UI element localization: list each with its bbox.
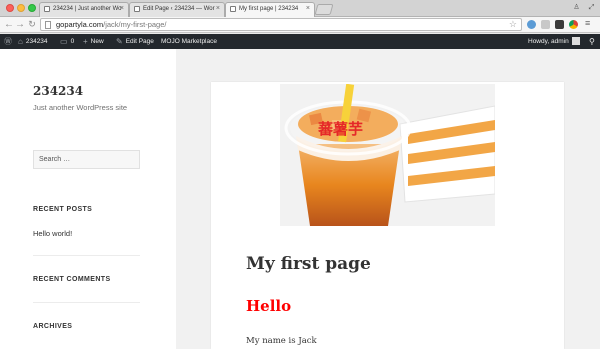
extension-dark-icon[interactable] <box>555 20 564 29</box>
address-url: gopartyla.com/jack/my-first-page/ <box>56 20 166 29</box>
avatar <box>571 37 580 46</box>
extension-chrome-icon[interactable] <box>569 20 578 29</box>
browser-toolbar: ← → ↻ gopartyla.com/jack/my-first-page/ … <box>0 17 600 33</box>
page-favicon-icon <box>134 6 140 12</box>
mojo-marketplace-link[interactable]: MOJO Marketplace <box>161 34 217 49</box>
search-input[interactable]: Search … <box>33 150 140 169</box>
menu-icon[interactable]: ≡ <box>585 19 594 28</box>
wp-admin-bar: Ⓦ ⌂ 234234 ▭ 0 + New ✎ Edit Page MOJO Market… <box>0 34 600 49</box>
home-icon: ⌂ <box>18 37 23 46</box>
edit-page-label: Edit Page <box>125 38 154 46</box>
tab-close-icon[interactable]: × <box>306 5 310 12</box>
comments-count: 0 <box>70 38 75 46</box>
site-name-label: 234234 <box>25 38 48 46</box>
minimize-window-button[interactable] <box>17 4 25 12</box>
site-description: Just another WordPress site <box>33 103 128 112</box>
widget-divider <box>33 255 140 256</box>
extension-globe-icon[interactable] <box>527 20 536 29</box>
new-tab-button[interactable] <box>314 4 334 15</box>
zoom-window-button[interactable] <box>28 4 36 12</box>
wordpress-logo-icon[interactable]: Ⓦ <box>4 34 15 49</box>
widget-divider <box>33 302 140 303</box>
tab-label: Edit Page ‹ 234234 — Wor <box>143 6 215 12</box>
address-bar[interactable]: gopartyla.com/jack/my-first-page/ ☆ <box>40 18 522 31</box>
fullscreen-icon[interactable]: ⤢ <box>587 3 596 12</box>
reload-icon[interactable]: ↻ <box>26 18 38 31</box>
hello-heading: Hello <box>246 297 292 315</box>
archives-heading: ARCHIVES <box>33 323 73 330</box>
tab-label: 234234 | Just another Wo <box>53 6 122 12</box>
pencil-icon: ✎ <box>116 37 123 46</box>
recent-comments-heading: RECENT COMMENTS <box>33 276 111 283</box>
tab-close-icon[interactable]: × <box>216 5 220 12</box>
browser-tab-3-active[interactable]: My first page | 234234 × <box>225 2 315 18</box>
close-window-button[interactable] <box>6 4 14 12</box>
howdy-label: Howdy, admin <box>528 38 569 45</box>
page-icon <box>45 21 51 29</box>
browser-tab-1[interactable]: 234234 | Just another Wo × <box>39 2 129 17</box>
page-favicon-icon <box>230 6 236 12</box>
comment-bubble-icon: ▭ <box>60 37 68 46</box>
new-label: New <box>90 38 104 46</box>
sidebar <box>0 49 176 349</box>
browser-tab-bar: 234234 | Just another Wo × Edit Page ‹ 2… <box>0 0 600 18</box>
mojo-marketplace-label: MOJO Marketplace <box>161 38 217 45</box>
new-content-link[interactable]: + New <box>83 34 104 49</box>
bookmark-star-icon[interactable]: ☆ <box>509 19 517 30</box>
page-title: My first page <box>246 254 371 274</box>
browser-tab-2[interactable]: Edit Page ‹ 234234 — Wor × <box>129 2 225 17</box>
tab-label: My first page | 234234 <box>239 6 299 12</box>
my-account-link[interactable]: Howdy, admin <box>528 34 580 49</box>
recent-posts-heading: RECENT POSTS <box>33 206 93 213</box>
cup-lid-text: 蕃薯芋 <box>317 120 363 138</box>
tab-close-icon[interactable]: × <box>120 5 124 12</box>
page-favicon-icon <box>44 6 50 12</box>
url-path: /jack/my-first-page/ <box>103 20 167 29</box>
plus-icon: + <box>83 37 88 46</box>
search-placeholder: Search … <box>39 156 71 163</box>
edit-page-link[interactable]: ✎ Edit Page <box>116 34 154 49</box>
featured-image: 蕃薯芋 <box>280 84 495 226</box>
search-icon[interactable]: ⚲ <box>589 34 595 49</box>
comments-link[interactable]: ▭ 0 <box>60 34 74 49</box>
forward-arrow-icon[interactable]: → <box>14 18 26 31</box>
url-host: gopartyla.com <box>56 20 104 29</box>
extension-gray-icon[interactable] <box>541 20 550 29</box>
recent-post-link[interactable]: Hello world! <box>33 229 72 238</box>
user-profile-icon[interactable]: ♙ <box>572 3 581 12</box>
site-title[interactable]: 234234 <box>33 84 83 98</box>
body-text: My name is Jack <box>246 336 317 346</box>
site-name-link[interactable]: ⌂ 234234 <box>18 34 48 49</box>
